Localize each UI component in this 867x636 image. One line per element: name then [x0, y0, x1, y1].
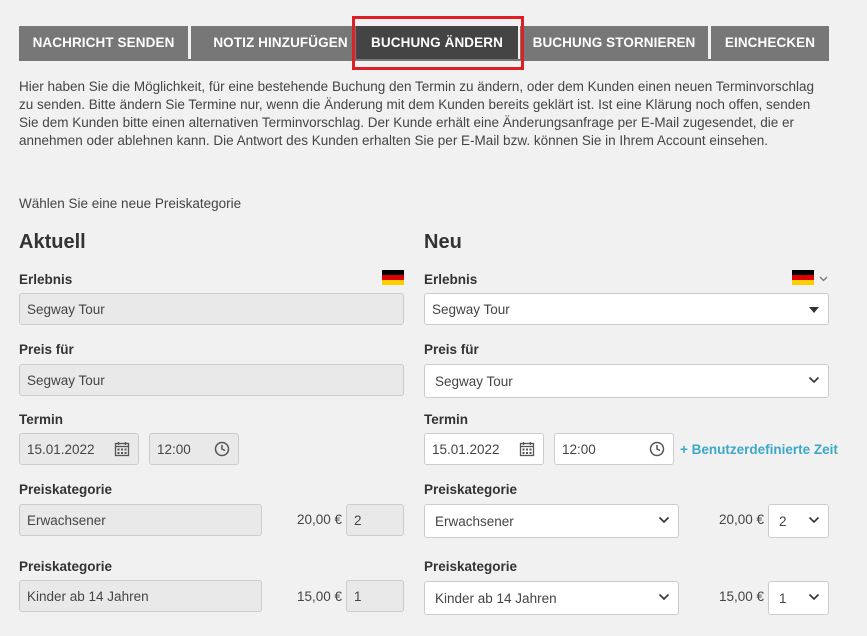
- new-category-2-price: 15,00 €: [718, 589, 764, 604]
- current-category-2-value: Kinder ab 14 Jahren: [27, 588, 149, 604]
- clock-icon[interactable]: [649, 441, 665, 457]
- caret-down-icon: [809, 307, 819, 313]
- new-category-1-qty-value: 2: [779, 513, 787, 529]
- current-experience-label: Erlebnis: [19, 272, 73, 287]
- new-category-1-price: 20,00 €: [718, 512, 764, 527]
- new-experience-label: Erlebnis: [424, 272, 478, 287]
- chevron-down-icon: [808, 516, 820, 524]
- current-category-1-label: Preiskategorie: [19, 482, 113, 497]
- tab-cancel-booking[interactable]: BUCHUNG STORNIEREN: [520, 26, 708, 59]
- new-category-2-value: Kinder ab 14 Jahren: [435, 590, 557, 606]
- current-category-1-value: Erwachsener: [27, 512, 106, 528]
- new-date-label: Termin: [424, 412, 469, 427]
- new-category-1-label: Preiskategorie: [424, 482, 518, 497]
- new-price-for-select[interactable]: Segway Tour: [424, 364, 829, 398]
- current-category-1-field: Erwachsener: [19, 504, 262, 536]
- current-date-label: Termin: [19, 412, 64, 427]
- current-category-2-qty-value: 1: [354, 588, 362, 604]
- new-time-value: 12:00: [562, 441, 596, 457]
- current-category-2-label: Preiskategorie: [19, 559, 113, 574]
- action-tabs: NACHRICHT SENDEN NOTIZ HINZUFÜGEN BUCHUN…: [19, 26, 829, 59]
- clock-icon: [214, 441, 230, 457]
- new-column-title: Neu: [424, 231, 462, 253]
- current-experience-field: Segway Tour: [19, 293, 404, 325]
- tab-check-in[interactable]: EINCHECKEN: [711, 26, 829, 59]
- current-date-field: 15.01.2022: [19, 433, 139, 465]
- custom-time-link[interactable]: + Benutzerdefinierte Zeit: [680, 442, 838, 457]
- current-category-2-price: 15,00 €: [296, 589, 342, 604]
- new-category-1-value: Erwachsener: [435, 513, 514, 529]
- new-category-2-label: Preiskategorie: [424, 559, 518, 574]
- tab-add-note[interactable]: NOTIZ HINZUFÜGEN: [191, 26, 370, 59]
- new-date-value: 15.01.2022: [432, 441, 500, 457]
- choose-category-label: Wählen Sie eine neue Preiskategorie: [19, 196, 242, 211]
- new-category-2-select[interactable]: Kinder ab 14 Jahren: [424, 581, 679, 615]
- current-column-title: Aktuell: [19, 231, 86, 253]
- new-category-2-qty-select[interactable]: 1: [768, 581, 829, 615]
- current-experience-value: Segway Tour: [27, 301, 105, 317]
- chevron-down-icon: [808, 593, 820, 601]
- new-time-input[interactable]: 12:00: [554, 433, 674, 465]
- chevron-down-icon: [658, 593, 670, 601]
- intro-text: Hier haben Sie die Möglichkeit, für eine…: [19, 79, 815, 148]
- language-chevron-down-icon[interactable]: [819, 276, 828, 282]
- new-category-1-select[interactable]: Erwachsener: [424, 504, 679, 538]
- new-category-2-qty-value: 1: [779, 590, 787, 606]
- new-experience-value: Segway Tour: [432, 301, 510, 317]
- new-date-input[interactable]: 15.01.2022: [424, 433, 544, 465]
- tab-send-message[interactable]: NACHRICHT SENDEN: [19, 26, 188, 59]
- current-price-for-value: Segway Tour: [27, 372, 105, 388]
- chevron-down-icon: [808, 376, 820, 384]
- current-category-2-field: Kinder ab 14 Jahren: [19, 580, 262, 612]
- booking-change-page: NACHRICHT SENDEN NOTIZ HINZUFÜGEN BUCHUN…: [0, 0, 867, 636]
- new-price-for-label: Preis für: [424, 342, 479, 357]
- new-price-for-value: Segway Tour: [435, 373, 513, 389]
- new-category-1-qty-select[interactable]: 2: [768, 504, 829, 538]
- calendar-icon[interactable]: [519, 441, 535, 457]
- chevron-down-icon: [658, 516, 670, 524]
- current-category-2-qty: 1: [346, 580, 404, 612]
- german-flag-icon[interactable]: [792, 270, 814, 285]
- current-category-1-price: 20,00 €: [296, 512, 342, 527]
- new-experience-select[interactable]: Segway Tour: [424, 293, 829, 325]
- current-date-value: 15.01.2022: [27, 441, 95, 457]
- current-time-field: 12:00: [149, 433, 239, 465]
- current-category-1-qty-value: 2: [354, 512, 362, 528]
- tab-change-booking[interactable]: BUCHUNG ÄNDERN: [356, 26, 518, 59]
- current-time-value: 12:00: [157, 441, 191, 457]
- tabs-underline: [19, 59, 829, 61]
- current-category-1-qty: 2: [346, 504, 404, 536]
- calendar-icon: [114, 442, 130, 457]
- german-flag-icon: [382, 270, 404, 285]
- current-price-for-field: Segway Tour: [19, 364, 404, 396]
- current-price-for-label: Preis für: [19, 342, 74, 357]
